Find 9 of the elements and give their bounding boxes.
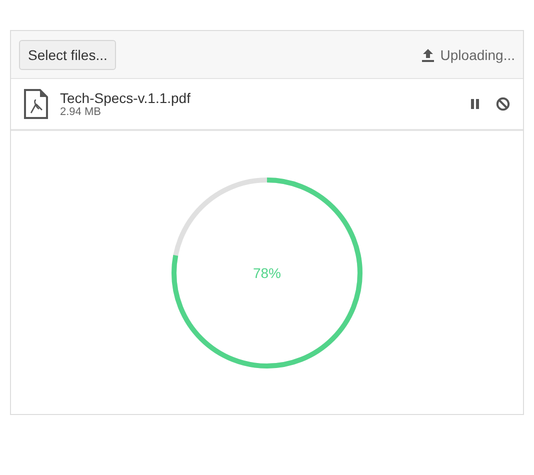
progress-percentage: 78% [252, 264, 282, 280]
upload-status: Uploading... [440, 46, 515, 62]
pdf-file-icon [24, 89, 48, 119]
select-files-button[interactable]: Select files... [19, 40, 116, 70]
cancel-icon[interactable] [496, 97, 510, 111]
file-name: Tech-Specs-v.1.1.pdf [60, 90, 192, 106]
upload-icon [421, 48, 436, 62]
file-size: 2.94 MB [60, 106, 102, 118]
pause-icon[interactable] [468, 97, 482, 111]
